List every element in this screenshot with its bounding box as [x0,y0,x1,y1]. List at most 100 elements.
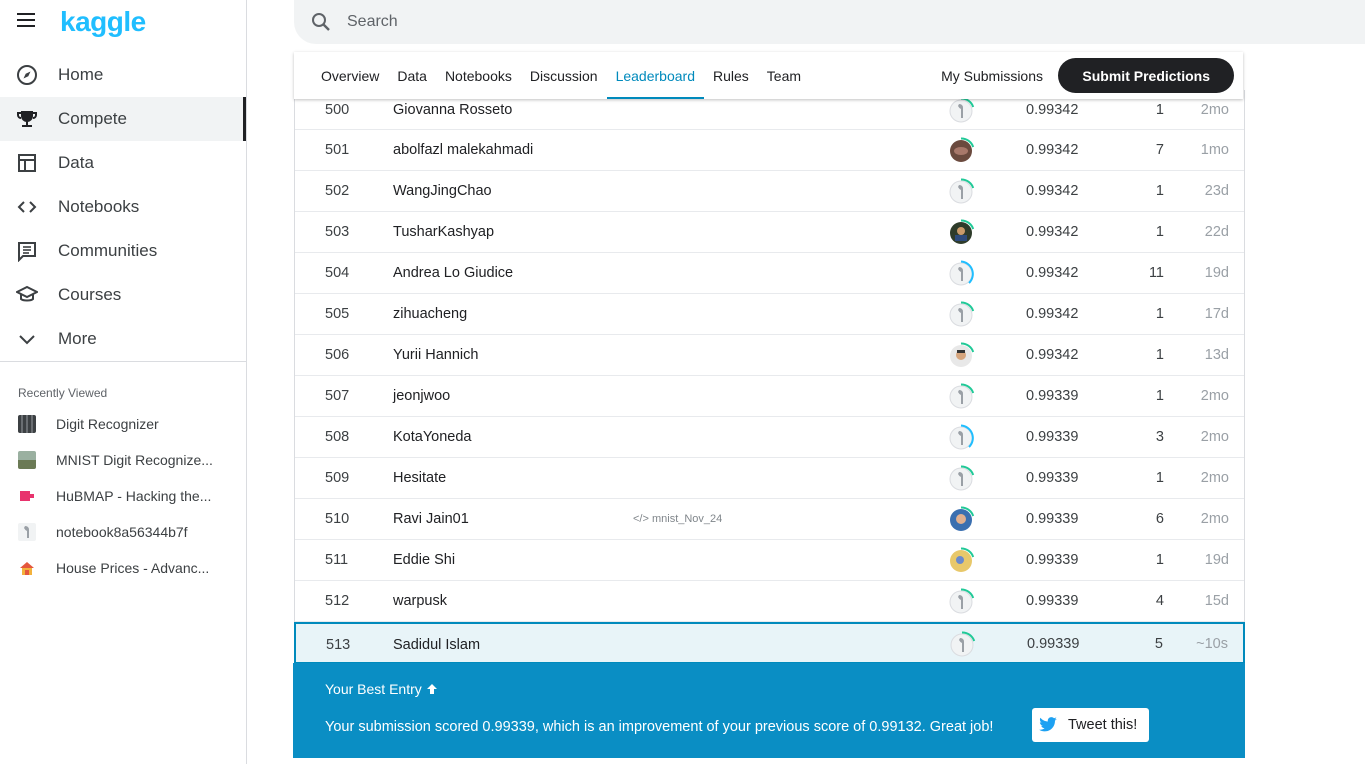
recent-item[interactable]: notebook8a56344b7f [0,514,246,550]
tab-leaderboard[interactable]: Leaderboard [606,52,705,99]
leaderboard-row[interactable]: 511 Eddie Shi 0.99339 1 19d [295,540,1244,581]
leaderboard-row[interactable]: 510 Ravi Jain01 </> mnist_Nov_24 0.99339 6 2m… [295,499,1244,540]
leaderboard-row[interactable]: 506 Yurii Hannich 0.99342 1 13d [295,335,1244,376]
team-name[interactable]: Giovanna Rosseto [393,102,512,118]
avatar[interactable] [948,631,976,659]
last-submission: 13d [1204,347,1229,363]
entries-count: 4 [1155,593,1164,609]
recent-item[interactable]: Digit Recognizer [0,406,246,442]
score: 0.99339 [1026,593,1079,609]
avatar[interactable] [947,342,975,370]
score: 0.99342 [1026,265,1079,281]
trophy-icon [16,108,38,130]
recent-item[interactable]: HuBMAP - Hacking the... [0,478,246,514]
rank: 513 [326,637,351,653]
avatar[interactable] [947,424,975,452]
last-submission: 2mo [1200,102,1229,118]
recent-item-label: House Prices - Advanc... [56,560,210,576]
team-name[interactable]: Yurii Hannich [393,347,478,363]
avatar[interactable] [947,219,975,247]
avatar[interactable] [947,301,975,329]
tab-overview[interactable]: Overview [312,52,388,99]
last-submission: 2mo [1200,470,1229,486]
hamburger-menu-icon[interactable] [17,13,35,29]
nav-item-courses[interactable]: Courses [0,273,246,317]
avatar[interactable] [947,178,975,206]
team-name[interactable]: Sadidul Islam [393,637,480,653]
comments-icon [16,240,38,262]
rank: 511 [325,552,349,568]
search-input[interactable] [345,12,1149,32]
team-name[interactable]: Ravi Jain01 [393,511,469,527]
code-icon [16,196,38,218]
code-icon: </> [633,513,652,525]
compass-icon [16,64,38,86]
recent-item[interactable]: MNIST Digit Recognize... [0,442,246,478]
leaderboard-row[interactable]: 504 Andrea Lo Giudice 0.99342 11 19d [295,253,1244,294]
kaggle-logo[interactable]: kaggle [60,6,146,38]
team-name[interactable]: warpusk [393,593,447,609]
avatar[interactable] [947,97,975,125]
avatar[interactable] [947,547,975,575]
team-name[interactable]: jeonjwoo [393,388,450,404]
leaderboard-row[interactable]: 507 jeonjwoo 0.99339 1 2mo [295,376,1244,417]
team-name[interactable]: zihuacheng [393,306,467,322]
nav-item-notebooks[interactable]: Notebooks [0,185,246,229]
entries-count: 1 [1155,347,1164,363]
last-submission: ~10s [1196,636,1228,652]
recent-item-label: Digit Recognizer [56,416,159,432]
nav-item-communities[interactable]: Communities [0,229,246,273]
score: 0.99342 [1026,224,1079,240]
avatar[interactable] [947,137,975,165]
avatar[interactable] [947,588,975,616]
sidebar-divider [0,361,246,362]
tab-rules[interactable]: Rules [704,52,758,99]
nav-item-home[interactable]: Home [0,53,246,97]
team-name[interactable]: Andrea Lo Giudice [393,265,513,281]
recently-viewed-list: Digit Recognizer MNIST Digit Recognize..… [0,406,246,586]
tweet-button-label: Tweet this! [1068,717,1138,733]
leaderboard-row[interactable]: 502 WangJingChao 0.99342 1 23d [295,171,1244,212]
leaderboard-row[interactable]: 508 KotaYoneda 0.99339 3 2mo [295,417,1244,458]
nav-label: Data [58,153,94,172]
team-name[interactable]: TusharKashyap [393,224,494,240]
last-submission: 17d [1204,306,1229,322]
submit-predictions-button[interactable]: Submit Predictions [1058,58,1234,93]
rank: 504 [325,265,350,281]
tab-team[interactable]: Team [758,52,810,99]
tweet-button[interactable]: Tweet this! [1032,708,1149,742]
score: 0.99339 [1026,511,1079,527]
score: 0.99339 [1027,636,1080,652]
team-name[interactable]: Hesitate [393,470,446,486]
last-submission: 2mo [1200,388,1229,404]
rank: 501 [325,142,350,158]
avatar[interactable] [947,506,975,534]
leaderboard-row[interactable]: 501 abolfazl malekahmadi 0.99342 7 1mo [295,130,1244,171]
avatar[interactable] [947,465,975,493]
team-name[interactable]: abolfazl malekahmadi [393,142,533,158]
tab-discussion[interactable]: Discussion [521,52,607,99]
avatar[interactable] [947,260,975,288]
nav-item-compete[interactable]: Compete [0,97,246,141]
house-thumbnail-icon [18,559,36,577]
my-submissions-link[interactable]: My Submissions [941,68,1043,84]
leaderboard-row[interactable]: 512 warpusk 0.99339 4 15d [295,581,1244,622]
leaderboard-row-mine[interactable]: 513 Sadidul Islam 0.99339 5 ~10s [294,622,1245,664]
leaderboard-row[interactable]: 503 TusharKashyap 0.99342 1 22d [295,212,1244,253]
leaderboard-row[interactable]: 505 zihuacheng 0.99342 1 17d [295,294,1244,335]
team-name[interactable]: Eddie Shi [393,552,455,568]
nav-item-more[interactable]: More [0,317,246,361]
team-name[interactable]: WangJingChao [393,183,492,199]
notebook-link[interactable]: </> mnist_Nov_24 [633,513,722,525]
team-name[interactable]: KotaYoneda [393,429,472,445]
tab-data[interactable]: Data [388,52,436,99]
recent-item[interactable]: House Prices - Advanc... [0,550,246,586]
avatar[interactable] [947,383,975,411]
tab-notebooks[interactable]: Notebooks [436,52,521,99]
chevron-down-icon [16,328,38,350]
leaderboard-row[interactable]: 509 Hesitate 0.99339 1 2mo [295,458,1244,499]
last-submission: 2mo [1200,511,1229,527]
main-nav: Home Compete Data Notebooks Communities [0,53,246,361]
arrow-up-icon [426,681,438,697]
nav-item-data[interactable]: Data [0,141,246,185]
